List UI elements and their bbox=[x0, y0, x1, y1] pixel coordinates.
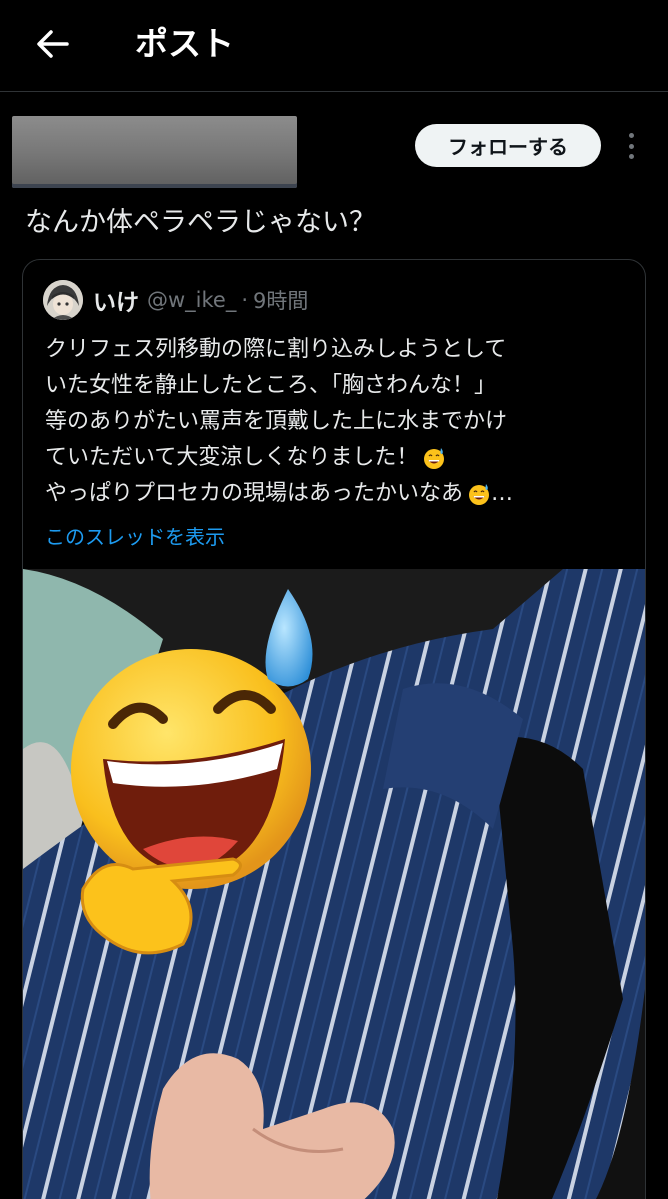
follow-button[interactable]: フォローする bbox=[415, 124, 601, 167]
quoted-text-line: クリフェス列移動の際に割り込みしようとして bbox=[45, 337, 507, 362]
ellipsis: … bbox=[491, 481, 514, 506]
quoted-text-line: やっぱりプロセカの現場はあったかいなあ … bbox=[45, 476, 635, 512]
quoted-post-card[interactable]: いけ @w_ike_ · 9時間 クリフェス列移動の際に割り込みしようとして い… bbox=[22, 259, 646, 1199]
arrow-left-icon bbox=[37, 30, 69, 58]
more-options-button[interactable] bbox=[620, 128, 642, 164]
quoted-text-line: いた女性を静止したところ、「胸さわんな！」 bbox=[45, 373, 497, 398]
quoted-author-handle[interactable]: @w_ike_ bbox=[147, 288, 236, 312]
separator-dot: · bbox=[241, 288, 249, 312]
page-title: ポスト bbox=[135, 24, 234, 63]
quoted-post-header: いけ @w_ike_ · 9時間 bbox=[43, 280, 308, 320]
avatar[interactable] bbox=[43, 280, 83, 320]
quoted-text-line: ていただいて大変涼しくなりました！ bbox=[45, 440, 635, 476]
show-thread-link[interactable]: このスレッドを表示 bbox=[45, 521, 225, 550]
photo-image bbox=[23, 569, 645, 1199]
grinning-face-with-sweat-icon bbox=[424, 448, 445, 469]
blurred-author-info bbox=[12, 116, 297, 188]
post-text: なんか体ペラペラじゃない？ bbox=[25, 207, 376, 238]
quoted-text-line: 等のありがたい罵声を頂戴した上に水までかけ bbox=[45, 409, 508, 434]
grinning-face-with-sweat-icon bbox=[469, 484, 490, 505]
more-vertical-icon bbox=[628, 133, 634, 138]
quoted-post-text: クリフェス列移動の際に割り込みしようとして いた女性を静止したところ、「胸さわん… bbox=[45, 332, 635, 512]
quoted-post-time[interactable]: 9時間 bbox=[253, 285, 308, 315]
quoted-post-photo[interactable] bbox=[23, 569, 645, 1199]
quoted-author-name[interactable]: いけ bbox=[93, 283, 139, 317]
back-button[interactable] bbox=[30, 22, 74, 66]
top-bar: ポスト bbox=[0, 0, 668, 92]
